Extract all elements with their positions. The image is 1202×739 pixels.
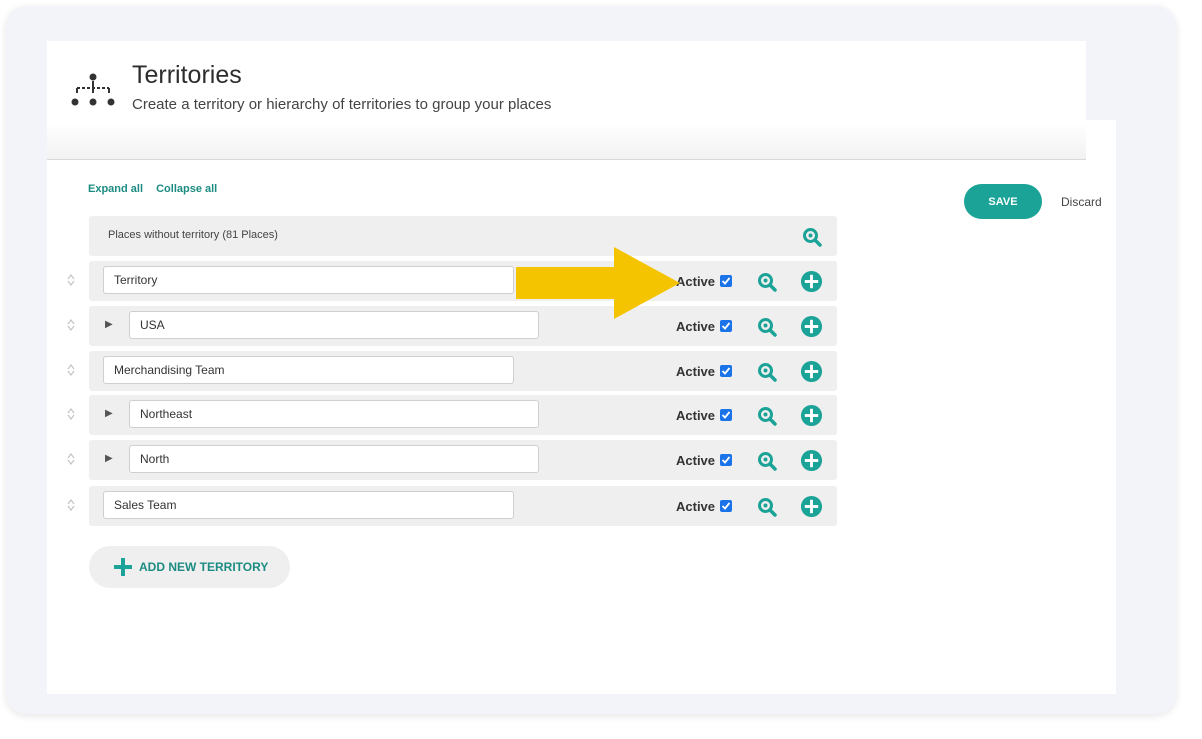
expand-arrow-icon[interactable]: ▶ [105,453,113,464]
territory-row: Active [89,486,837,526]
active-checkbox[interactable] [720,409,732,421]
hierarchy-icon [71,73,115,106]
places-without-territory-label: Places without territory (81 Places) [108,229,278,241]
territory-name-input[interactable] [129,445,539,473]
add-child-plus-icon[interactable] [800,449,823,472]
expand-all-link[interactable]: Expand all [88,183,143,195]
expand-arrow-icon[interactable]: ▶ [105,319,113,330]
plus-icon [114,558,132,576]
zoom-icon[interactable] [757,317,777,337]
header-edge [1086,41,1116,120]
discard-button[interactable]: Discard [1061,195,1102,209]
territory-name-input[interactable] [103,491,514,519]
active-label: Active [676,364,716,379]
active-label: Active [676,499,716,514]
territory-name-input[interactable] [129,400,539,428]
drag-handle-icon[interactable] [64,319,78,333]
page-title: Territories [132,61,242,89]
save-button[interactable]: SAVE [964,184,1042,219]
places-without-territory-row: Places without territory (81 Places) [89,216,837,256]
add-new-territory-button[interactable]: ADD NEW TERRITORY [89,546,290,588]
active-label: Active [676,319,716,334]
territory-row: ▶ Active [89,306,837,346]
territory-row: ▶ Active [89,395,837,435]
add-child-plus-icon[interactable] [800,404,823,427]
territory-name-input[interactable] [103,356,514,384]
active-checkbox[interactable] [720,365,732,377]
zoom-icon[interactable] [757,406,777,426]
add-child-plus-icon[interactable] [800,270,823,293]
drag-handle-icon[interactable] [64,499,78,513]
territory-row: Active [89,261,837,301]
zoom-icon[interactable] [757,362,777,382]
add-child-plus-icon[interactable] [800,495,823,518]
drag-handle-icon[interactable] [64,453,78,467]
territory-row: Active [89,351,837,391]
tree-actions: Expand all Collapse all [88,183,227,195]
zoom-icon[interactable] [757,272,777,292]
territory-name-input[interactable] [129,311,539,339]
drag-handle-icon[interactable] [64,364,78,378]
active-label: Active [676,274,716,289]
zoom-icon[interactable] [757,497,777,517]
expand-arrow-icon[interactable]: ▶ [105,408,113,419]
drag-handle-icon[interactable] [64,274,78,288]
zoom-icon[interactable] [757,451,777,471]
add-new-territory-label: ADD NEW TERRITORY [139,560,269,574]
active-checkbox[interactable] [720,500,732,512]
active-checkbox[interactable] [720,320,732,332]
annotation-arrow-icon [516,247,680,319]
active-label: Active [676,408,716,423]
active-checkbox[interactable] [720,275,732,287]
active-label: Active [676,453,716,468]
page-subtitle: Create a territory or hierarchy of terri… [132,96,552,113]
territory-name-input[interactable] [103,266,514,294]
territory-row: ▶ Active [89,440,837,480]
active-checkbox[interactable] [720,454,732,466]
add-child-plus-icon[interactable] [800,360,823,383]
drag-handle-icon[interactable] [64,408,78,422]
add-child-plus-icon[interactable] [800,315,823,338]
zoom-icon[interactable] [802,227,822,247]
collapse-all-link[interactable]: Collapse all [156,183,217,195]
